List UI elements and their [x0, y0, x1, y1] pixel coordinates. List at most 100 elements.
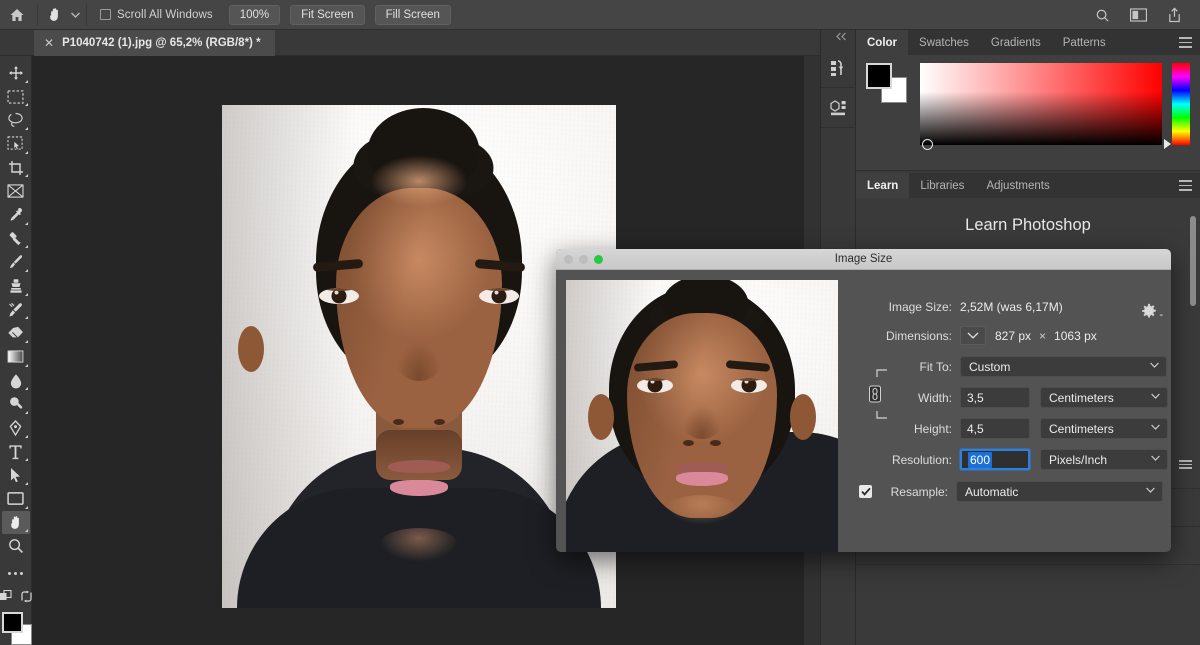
close-window-button[interactable] [564, 255, 573, 264]
document-tab[interactable]: ✕ P1040742 (1).jpg @ 65,2% (RGB/8*) * [34, 30, 275, 56]
tool-preset-chevron-down-icon[interactable] [67, 0, 83, 30]
foreground-color-swatch[interactable] [2, 612, 23, 633]
dodge-tool[interactable] [2, 392, 30, 416]
chevrons-right-icon[interactable]: chevrons-right-icon [3, 31, 25, 47]
checkbox-box[interactable] [100, 9, 111, 20]
learn-panel-scrollbar[interactable] [1190, 216, 1196, 306]
tool-flyout-triangle [25, 340, 28, 343]
rectangular-marquee-tool[interactable] [2, 85, 30, 109]
foreground-color-swatch[interactable] [866, 63, 892, 89]
crop-tool[interactable] [2, 156, 30, 180]
workspace-layout-icon[interactable] [1128, 5, 1148, 25]
image-preview[interactable] [566, 280, 838, 552]
panel-menu-icon[interactable] [1179, 180, 1192, 191]
move-tool[interactable] [2, 61, 30, 85]
fit-to-select[interactable]: Custom [960, 356, 1167, 377]
height-input[interactable]: 4,5 [960, 418, 1030, 439]
eyedropper-tool[interactable] [2, 203, 30, 227]
preview-eye-right [731, 378, 767, 393]
cancel-button[interactable]: Cancel [858, 552, 1000, 553]
pen-tool[interactable] [2, 416, 30, 440]
subject-ear-left [238, 326, 264, 372]
height-unit-select[interactable]: Centimeters [1040, 418, 1168, 439]
frame-tool[interactable] [2, 179, 30, 203]
width-unit-value: Centimeters [1049, 391, 1114, 405]
resample-checkbox[interactable] [859, 485, 872, 498]
dimensions-row: Dimensions: 827 px × 1063 px [852, 322, 1171, 349]
path-selection-tool[interactable] [2, 463, 30, 487]
height-unit-value: Centimeters [1049, 422, 1114, 436]
tool-flyout-triangle [25, 127, 28, 130]
tab-patterns[interactable]: Patterns [1052, 30, 1117, 55]
tab-gradients[interactable]: Gradients [980, 30, 1052, 55]
tab-color[interactable]: Color [856, 30, 908, 55]
dimensions-width-value: 827 px [995, 329, 1031, 343]
hand-tool-icon[interactable] [41, 0, 67, 30]
tab-libraries[interactable]: Libraries [909, 173, 975, 198]
object-selection-tool[interactable] [2, 132, 30, 156]
rectangle-tool[interactable] [2, 487, 30, 511]
collapse-chevrons-icon[interactable] [836, 32, 849, 41]
tool-flyout-triangle [25, 364, 28, 367]
resample-select[interactable]: Automatic [956, 481, 1163, 502]
hue-slider[interactable] [1172, 63, 1190, 145]
blur-tool[interactable] [2, 369, 30, 393]
minimize-window-button[interactable] [579, 255, 588, 264]
image-size-row: Image Size: 2,52M (was 6,17M) [852, 293, 1171, 320]
tab-adjustments[interactable]: Adjustments [975, 173, 1060, 198]
spot-healing-brush-tool[interactable] [2, 227, 30, 251]
type-tool[interactable] [2, 440, 30, 464]
clone-stamp-tool[interactable] [2, 274, 30, 298]
history-panel-icon[interactable] [821, 48, 857, 88]
color-spectrum-field[interactable] [920, 63, 1162, 145]
share-icon[interactable] [1164, 5, 1184, 25]
hue-slider-thumb[interactable] [1164, 139, 1171, 149]
mode-icons-row [2, 588, 30, 606]
dimensions-chevron-down-icon[interactable] [960, 326, 986, 345]
zoom-tool[interactable] [2, 534, 30, 558]
color-panel-tabs: Color Swatches Gradients Patterns [856, 30, 1200, 55]
resolution-row: Resolution: 600 Pixels/Inch [852, 446, 1171, 473]
image-size-dialog[interactable]: Image Size [556, 249, 1171, 552]
fit-to-row: Fit To: Custom [852, 353, 1171, 380]
gradient-tool[interactable] [2, 345, 30, 369]
zoom-100-button[interactable]: 100% [229, 5, 280, 25]
tool-flyout-triangle [25, 482, 28, 485]
color-panel-swatches[interactable] [866, 63, 910, 103]
resolution-input[interactable]: 600 [960, 449, 1030, 470]
quick-mask-icon[interactable] [0, 590, 13, 603]
window-controls [564, 255, 603, 264]
hand-tool[interactable] [2, 511, 30, 535]
color-picker-marker[interactable] [922, 139, 933, 150]
width-input[interactable]: 3,5 [960, 387, 1030, 408]
chain-link-icon[interactable] [860, 366, 888, 422]
dialog-title-bar[interactable]: Image Size [556, 249, 1171, 270]
more-dots-icon[interactable] [2, 564, 30, 584]
width-unit-select[interactable]: Centimeters [1040, 387, 1168, 408]
color-swatches[interactable] [1, 612, 31, 645]
tab-learn[interactable]: Learn [856, 173, 909, 198]
3d-panel-icon[interactable] [821, 88, 857, 128]
fill-screen-button[interactable]: Fill Screen [375, 5, 451, 25]
search-icon[interactable] [1092, 5, 1112, 25]
preview-image-content [566, 280, 838, 552]
home-icon[interactable] [0, 0, 34, 30]
eraser-tool[interactable] [2, 321, 30, 345]
panel-menu-icon[interactable] [1179, 37, 1192, 48]
chevron-down-icon [1146, 487, 1155, 493]
tab-swatches[interactable]: Swatches [908, 30, 980, 55]
close-icon[interactable]: ✕ [44, 37, 54, 49]
gear-icon[interactable]: - [1141, 303, 1157, 319]
scroll-all-windows-checkbox[interactable]: Scroll All Windows [100, 9, 213, 21]
preview-chin [666, 495, 738, 525]
tool-flyout-triangle [25, 387, 28, 390]
zoom-window-button[interactable] [594, 255, 603, 264]
brush-tool[interactable] [2, 250, 30, 274]
ok-button[interactable]: OK [1009, 552, 1155, 553]
screen-mode-icon[interactable] [20, 590, 33, 603]
lasso-tool[interactable] [2, 108, 30, 132]
resolution-unit-select[interactable]: Pixels/Inch [1040, 449, 1168, 470]
fit-screen-button[interactable]: Fit Screen [290, 5, 364, 25]
history-brush-tool[interactable] [2, 298, 30, 322]
learn-section-menu-icon[interactable] [1179, 460, 1192, 469]
